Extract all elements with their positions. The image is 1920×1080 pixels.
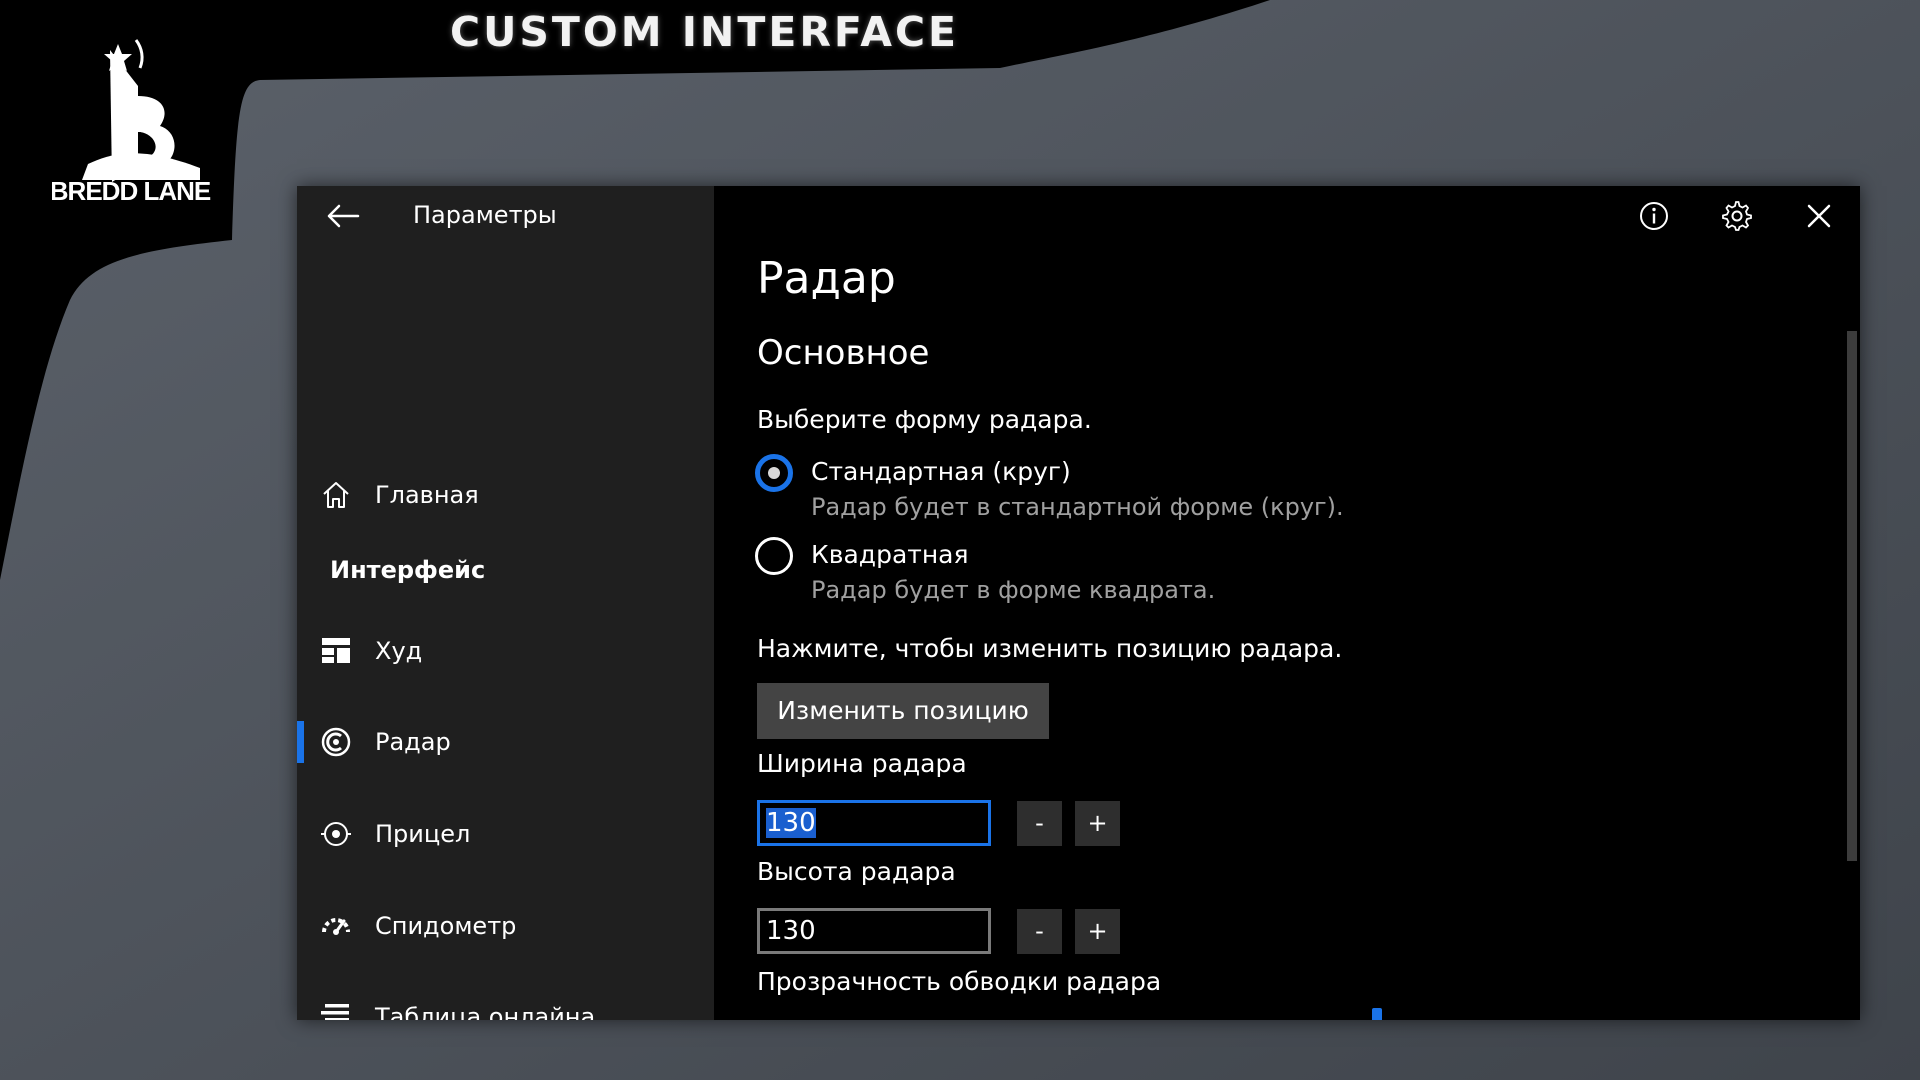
- info-icon: [1640, 202, 1668, 230]
- settings-window: Параметры Главная Интерфейс Худ Радар Пр…: [297, 186, 1860, 1020]
- sidebar-item-label: Спидометр: [375, 912, 517, 940]
- height-increment-button[interactable]: +: [1075, 909, 1120, 954]
- opacity-slider-thumb[interactable]: [1372, 1008, 1382, 1020]
- sidebar-item-label: Радар: [375, 728, 451, 756]
- width-increment-button[interactable]: +: [1075, 801, 1120, 846]
- close-icon: [1807, 204, 1831, 228]
- width-value: 130: [766, 808, 816, 838]
- gear-icon: [1722, 201, 1752, 231]
- height-input[interactable]: 130: [757, 908, 991, 954]
- radar-icon: [320, 726, 352, 758]
- back-button[interactable]: [325, 198, 361, 234]
- brand-logo-text: BREDD LANE: [52, 176, 211, 204]
- sidebar-item-online-table[interactable]: Таблица онлайна: [297, 986, 714, 1020]
- change-position-button[interactable]: Изменить позицию: [757, 683, 1049, 739]
- height-label: Высота радара: [757, 857, 956, 886]
- height-value: 130: [766, 916, 816, 946]
- position-prompt: Нажмите, чтобы изменить позицию радара.: [757, 634, 1343, 663]
- close-button[interactable]: [1799, 196, 1839, 236]
- sidebar-item-radar[interactable]: Радар: [297, 711, 714, 773]
- sidebar-item-label: Главная: [375, 481, 479, 509]
- sidebar-section-label: Интерфейс: [330, 556, 486, 584]
- radio-button-checked[interactable]: [755, 454, 793, 492]
- sidebar-item-speedometer[interactable]: Спидометр: [297, 895, 714, 957]
- sidebar: Параметры Главная Интерфейс Худ Радар Пр…: [297, 186, 714, 1020]
- section-title: Основное: [757, 333, 930, 373]
- brand-logo: BREDD LANE: [52, 39, 212, 204]
- shape-prompt: Выберите форму радара.: [757, 405, 1092, 434]
- content-pane: Радар Основное Выберите форму радара. Ст…: [714, 186, 1860, 1020]
- list-icon: [320, 1001, 352, 1020]
- radio-square[interactable]: Квадратная Радар будет в форме квадрата.: [755, 537, 1455, 607]
- sidebar-item-label: Худ: [375, 637, 423, 665]
- radio-label: Квадратная: [811, 540, 969, 569]
- sidebar-header: Параметры: [297, 186, 714, 244]
- crosshair-icon: [320, 818, 352, 850]
- radio-standard-circle[interactable]: Стандартная (круг) Радар будет в стандар…: [755, 454, 1455, 524]
- radio-description: Радар будет в стандартной форме (круг).: [811, 493, 1344, 521]
- dashboard-icon: [320, 635, 352, 667]
- sidebar-item-label: Прицел: [375, 820, 471, 848]
- sidebar-item-crosshair[interactable]: Прицел: [297, 803, 714, 865]
- page-title: Радар: [757, 253, 896, 304]
- settings-button[interactable]: [1717, 196, 1757, 236]
- sidebar-item-label: Таблица онлайна: [375, 1003, 596, 1020]
- radio-dot: [768, 467, 780, 479]
- sidebar-item-hud[interactable]: Худ: [297, 620, 714, 682]
- height-decrement-button[interactable]: -: [1017, 909, 1062, 954]
- info-button[interactable]: [1634, 196, 1674, 236]
- scrollbar[interactable]: [1847, 331, 1857, 861]
- radio-button-unchecked[interactable]: [755, 537, 793, 575]
- sidebar-title: Параметры: [413, 201, 557, 229]
- arrow-left-icon: [327, 204, 360, 228]
- width-decrement-button[interactable]: -: [1017, 801, 1062, 846]
- active-indicator: [297, 721, 304, 763]
- home-icon: [320, 479, 352, 511]
- sidebar-item-home[interactable]: Главная: [297, 464, 714, 526]
- opacity-label: Прозрачность обводки радара: [757, 967, 1162, 996]
- radio-label: Стандартная (круг): [811, 457, 1071, 486]
- brand-title: CUSTOM INTERFACE: [450, 8, 960, 56]
- speedometer-icon: [320, 910, 352, 942]
- radio-description: Радар будет в форме квадрата.: [811, 576, 1216, 604]
- width-input[interactable]: 130: [757, 800, 991, 846]
- width-label: Ширина радара: [757, 749, 967, 778]
